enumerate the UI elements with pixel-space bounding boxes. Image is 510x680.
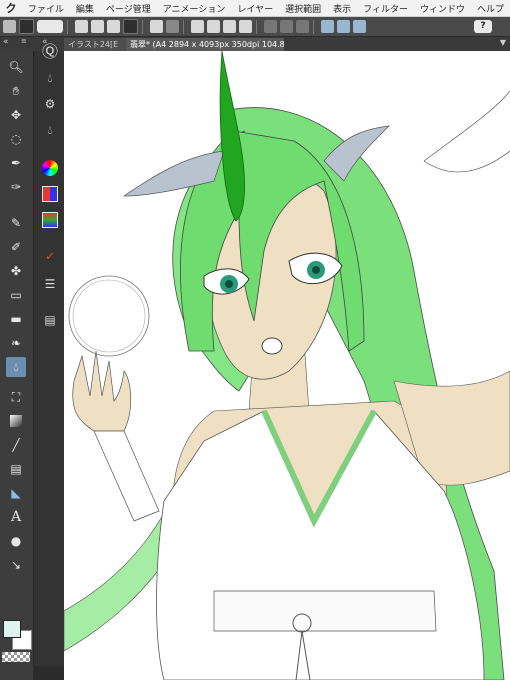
balloon-icon[interactable]: ●	[6, 531, 26, 551]
tab-active-document[interactable]: 翡翠* (A4 2894 x 4093px 350dpi 104.8%)	[126, 38, 284, 51]
fill-icon[interactable]: ⛶	[6, 387, 26, 407]
menu-window[interactable]: ウィンドウ	[414, 2, 471, 15]
snap-special-icon[interactable]	[337, 20, 350, 33]
smudge-icon[interactable]: ❧	[6, 333, 26, 353]
separator	[142, 19, 143, 34]
artwork	[64, 51, 510, 680]
new-file-icon[interactable]	[75, 20, 88, 33]
text-icon[interactable]: A	[6, 507, 26, 527]
menu-filter[interactable]: フィルター	[357, 2, 414, 15]
pencil-icon[interactable]: ✎	[6, 213, 26, 233]
main-color-swatch[interactable]	[3, 620, 21, 638]
menu-bar: ク ファイル 編集 ページ管理 アニメーション レイヤー 選択範囲 表示 フィル…	[0, 0, 510, 17]
color-set-icon[interactable]	[39, 183, 61, 205]
frame-icon[interactable]: ▤	[6, 459, 26, 479]
layer-property-icon[interactable]: ✓	[39, 245, 61, 267]
subtool-icon[interactable]: 💧︎	[39, 67, 61, 89]
zoom-icon[interactable]: 🔍︎	[6, 57, 26, 77]
separator	[313, 19, 314, 34]
redo-icon[interactable]	[166, 20, 179, 33]
blend-icon[interactable]: 💧︎	[6, 357, 26, 377]
tab-illust24[interactable]: イラスト24[E	[64, 38, 130, 51]
pen-icon[interactable]: ✑	[6, 177, 26, 197]
save-icon[interactable]	[107, 20, 120, 33]
snap-grid-icon[interactable]	[353, 20, 366, 33]
eraser-2-icon[interactable]: ▬	[6, 309, 26, 329]
sub-tool-palette: Ⓠ 💧︎ ⚙ 💧︎ ✓ ☰ ▤	[33, 42, 65, 666]
menu-selection[interactable]: 選択範囲	[279, 2, 327, 15]
transform-icon[interactable]	[239, 20, 252, 33]
airbrush-icon[interactable]: ✤	[6, 261, 26, 281]
open-file-icon[interactable]	[91, 20, 104, 33]
app-logo-icon[interactable]: ク	[0, 0, 22, 16]
menu-view[interactable]: 表示	[327, 2, 357, 15]
correct-line-icon[interactable]: ↘	[6, 555, 26, 575]
document-tabs: イラスト24[E 翡翠* (A4 2894 x 4093px 350dpi 10…	[64, 37, 510, 51]
separator	[183, 19, 184, 34]
color-wheel-icon[interactable]	[39, 157, 61, 179]
snap-ruler-icon[interactable]	[321, 20, 334, 33]
color-indicator	[0, 616, 33, 680]
menu-help[interactable]: ヘルプ	[471, 2, 510, 15]
menu-page[interactable]: ページ管理	[100, 2, 157, 15]
gradient-icon[interactable]	[6, 411, 26, 431]
separator	[256, 19, 257, 34]
panel-menu-icon[interactable]: ≡	[21, 37, 27, 45]
separator	[67, 19, 68, 34]
select-icon[interactable]: ◌	[6, 129, 26, 149]
eraser-icon[interactable]: ▭	[6, 285, 26, 305]
intermediate-color-icon[interactable]	[39, 209, 61, 231]
menu-layer[interactable]: レイヤー	[231, 2, 279, 15]
menu-edit[interactable]: 編集	[70, 2, 100, 15]
disabled-icon[interactable]	[264, 20, 277, 33]
tool-palette: 🔍︎ ✋︎ ✥ ◌ ✒︎ ✑ ✎ ✐ ✤ ▭ ▬ ❧ 💧︎ ⛶ ╱ ▤ ◣ A …	[0, 51, 33, 666]
disabled-icon[interactable]	[296, 20, 309, 33]
undo-icon[interactable]	[150, 20, 163, 33]
brush-size-icon[interactable]: 💧︎	[39, 119, 61, 141]
layer-icon[interactable]: ☰	[39, 273, 61, 295]
file-button[interactable]	[37, 20, 63, 33]
quick-access-icon[interactable]: Ⓠ	[39, 39, 61, 61]
spin-icon[interactable]	[19, 19, 34, 34]
transparent-swatch[interactable]	[2, 652, 30, 662]
clear-icon[interactable]	[207, 20, 220, 33]
ruler-icon[interactable]: ◣	[6, 483, 26, 503]
canvas-area[interactable]	[64, 51, 510, 680]
hand-icon[interactable]: ✋︎	[6, 81, 26, 101]
command-bar: ?	[0, 17, 510, 36]
menu-animation[interactable]: アニメーション	[157, 2, 232, 15]
arrow-updown-icon[interactable]	[123, 19, 138, 34]
menu-file[interactable]: ファイル	[22, 2, 70, 15]
collapse-left-icon[interactable]: «	[3, 37, 9, 47]
help-button[interactable]: ?	[474, 20, 492, 33]
sparkle-icon[interactable]	[191, 20, 204, 33]
disabled-icon[interactable]	[280, 20, 293, 33]
fill-bucket-icon[interactable]	[223, 20, 236, 33]
folder-icon[interactable]: ▤	[39, 309, 61, 331]
tool-property-icon[interactable]: ⚙	[39, 93, 61, 115]
grid-icon[interactable]	[3, 20, 16, 33]
tab-menu-icon[interactable]: ▼	[500, 38, 506, 47]
line-icon[interactable]: ╱	[6, 435, 26, 455]
eyedropper-icon[interactable]: ✒︎	[6, 153, 26, 173]
brush-icon[interactable]: ✐	[6, 237, 26, 257]
move-icon[interactable]: ✥	[6, 105, 26, 125]
